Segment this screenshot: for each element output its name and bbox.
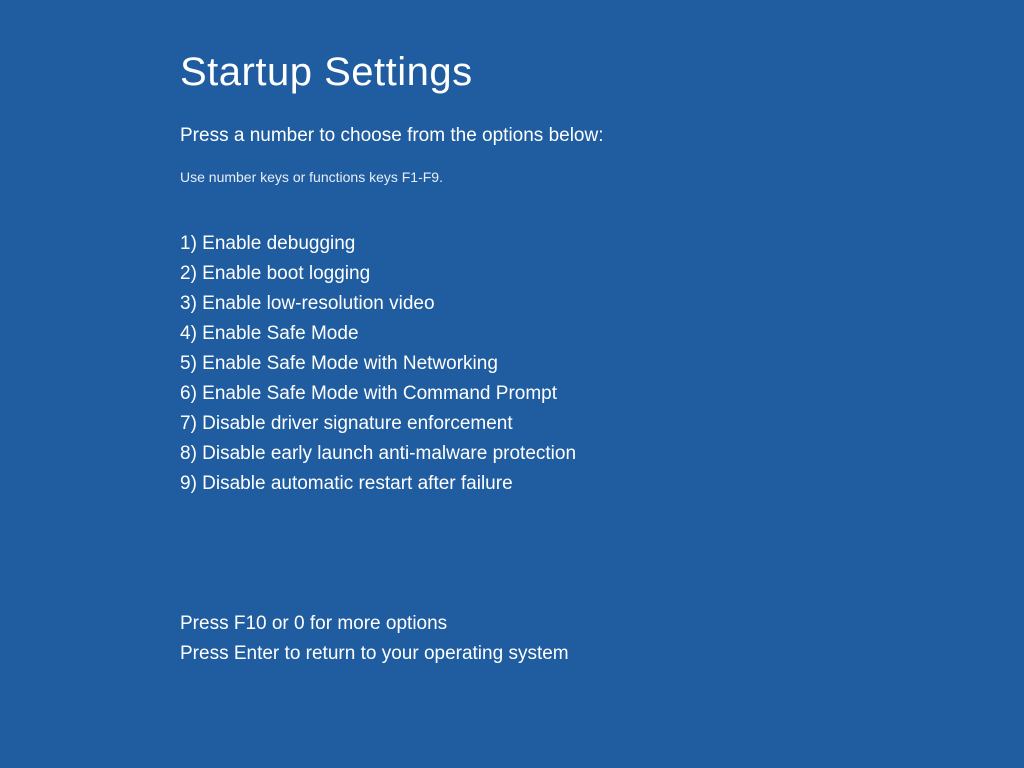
more-options-hint: Press F10 or 0 for more options [180, 609, 1024, 639]
option-disable-anti-malware-protection[interactable]: 8) Disable early launch anti-malware pro… [180, 439, 1024, 469]
startup-settings-screen: Startup Settings Press a number to choos… [0, 0, 1024, 669]
return-hint: Press Enter to return to your operating … [180, 639, 1024, 669]
option-enable-debugging[interactable]: 1) Enable debugging [180, 229, 1024, 259]
boot-options-list: 1) Enable debugging 2) Enable boot loggi… [180, 229, 1024, 499]
option-enable-low-resolution-video[interactable]: 3) Enable low-resolution video [180, 289, 1024, 319]
option-enable-safe-mode-command-prompt[interactable]: 6) Enable Safe Mode with Command Prompt [180, 379, 1024, 409]
instruction-text: Press a number to choose from the option… [180, 125, 1024, 147]
option-disable-driver-signature-enforcement[interactable]: 7) Disable driver signature enforcement [180, 409, 1024, 439]
footer-instructions: Press F10 or 0 for more options Press En… [180, 609, 1024, 669]
option-disable-automatic-restart[interactable]: 9) Disable automatic restart after failu… [180, 469, 1024, 499]
hint-text: Use number keys or functions keys F1-F9. [180, 169, 1024, 185]
option-enable-boot-logging[interactable]: 2) Enable boot logging [180, 259, 1024, 289]
page-title: Startup Settings [180, 50, 1024, 95]
option-enable-safe-mode[interactable]: 4) Enable Safe Mode [180, 319, 1024, 349]
option-enable-safe-mode-networking[interactable]: 5) Enable Safe Mode with Networking [180, 349, 1024, 379]
